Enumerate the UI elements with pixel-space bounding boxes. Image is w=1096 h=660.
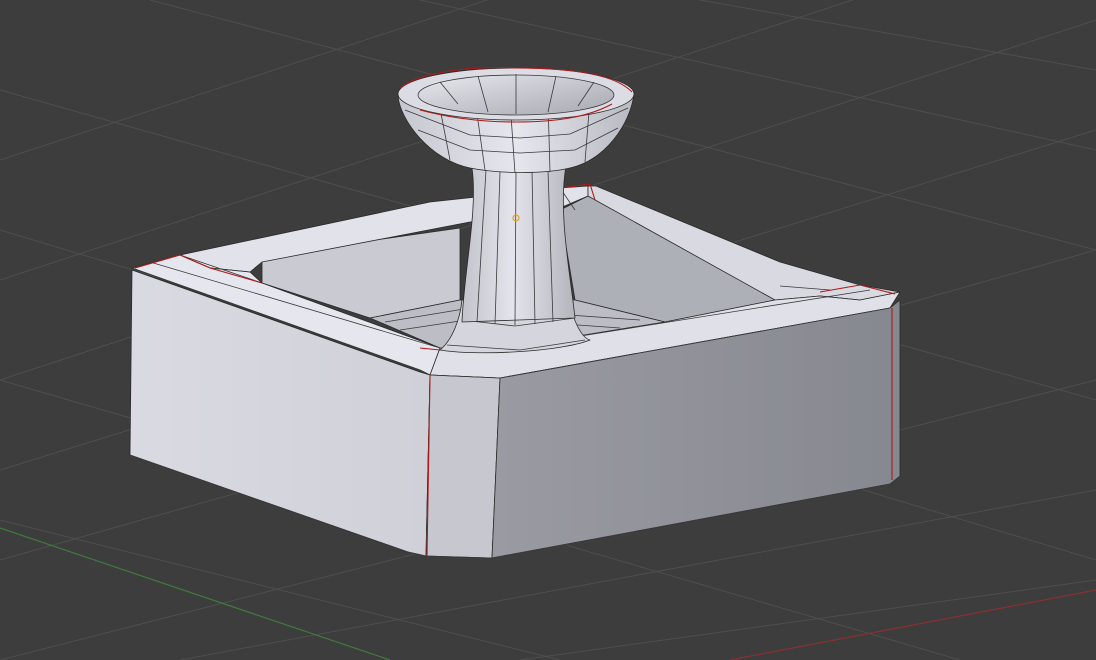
x-axis-line	[729, 589, 1096, 660]
pillar-shaft	[461, 165, 576, 323]
3d-viewport[interactable]	[0, 0, 1096, 660]
fountain-mesh[interactable]	[129, 67, 901, 559]
viewport-canvas[interactable]	[0, 0, 1096, 660]
y-axis-line	[0, 527, 391, 660]
outer-corner-bevel	[425, 374, 501, 559]
